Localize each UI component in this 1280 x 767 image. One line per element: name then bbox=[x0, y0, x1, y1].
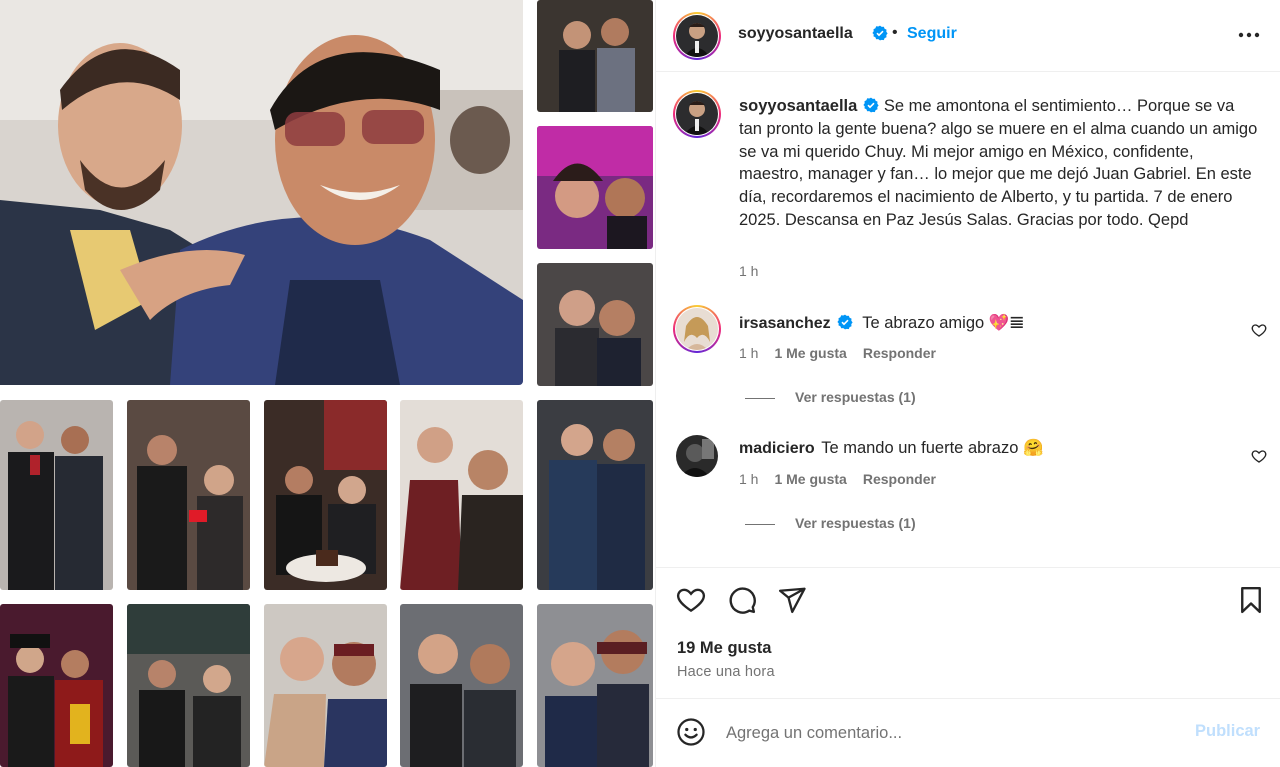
comment-input[interactable] bbox=[726, 721, 1156, 745]
comment-timestamp: 1 h bbox=[739, 345, 759, 361]
caption-author-avatar[interactable] bbox=[673, 90, 721, 138]
heart-icon[interactable] bbox=[676, 585, 706, 615]
comment-meta: 1 h 1 Me gusta Responder bbox=[739, 471, 936, 487]
post-actions: 19 Me gusta Hace una hora bbox=[656, 567, 1280, 697]
comment-like-count[interactable]: 1 Me gusta bbox=[774, 471, 846, 487]
collage-photo bbox=[537, 604, 653, 767]
comment-item: irsasanchez Te abrazo amigo 💖𝌆 bbox=[739, 313, 1024, 333]
comment-username[interactable]: irsasanchez bbox=[739, 315, 831, 332]
collage-photo bbox=[400, 400, 523, 590]
comment-username[interactable]: madiciero bbox=[739, 440, 815, 457]
collage-photo bbox=[127, 400, 250, 590]
post-header: soyyosantaella • Seguir bbox=[656, 0, 1280, 72]
caption-body: Se me amontona el sentimiento… Porque se… bbox=[739, 97, 1258, 229]
comment-like-heart-icon[interactable] bbox=[1251, 448, 1267, 464]
bookmark-icon[interactable] bbox=[1236, 585, 1266, 615]
collage-photo bbox=[127, 604, 250, 767]
likes-count[interactable]: 19 Me gusta bbox=[677, 639, 771, 658]
share-icon[interactable] bbox=[777, 585, 807, 615]
verified-badge-icon bbox=[872, 25, 888, 41]
collage-photo-main bbox=[0, 0, 523, 385]
collage-photo bbox=[537, 400, 653, 590]
view-replies-label: Ver respuestas (1) bbox=[795, 515, 916, 531]
collage-photo bbox=[537, 126, 653, 249]
comment-timestamp: 1 h bbox=[739, 471, 759, 487]
author-avatar[interactable] bbox=[673, 12, 721, 60]
caption-timestamp: 1 h bbox=[739, 263, 759, 279]
collage-photo bbox=[537, 263, 653, 386]
comment-like-count[interactable]: 1 Me gusta bbox=[774, 345, 846, 361]
comment-item: madiciero Te mando un fuerte abrazo 🤗 bbox=[739, 439, 1044, 458]
comment-text: Te mando un fuerte abrazo 🤗 bbox=[821, 439, 1044, 457]
comment-avatar[interactable] bbox=[673, 305, 721, 353]
more-options-icon[interactable] bbox=[1236, 20, 1262, 50]
collage-photo bbox=[400, 604, 523, 767]
comment-like-heart-icon[interactable] bbox=[1251, 322, 1267, 338]
view-replies-button[interactable]: Ver respuestas (1) bbox=[745, 389, 916, 405]
post-sidebar: soyyosantaella • Seguir soyyosantaella S… bbox=[655, 0, 1280, 767]
caption-username[interactable]: soyyosantaella bbox=[739, 97, 857, 115]
collage-photo bbox=[0, 400, 113, 590]
follow-button[interactable]: Seguir bbox=[907, 25, 957, 43]
view-replies-label: Ver respuestas (1) bbox=[795, 389, 916, 405]
reply-button[interactable]: Responder bbox=[863, 471, 936, 487]
collage-photo bbox=[264, 604, 387, 767]
comment-composer: Publicar bbox=[656, 698, 1280, 767]
view-replies-button[interactable]: Ver respuestas (1) bbox=[745, 515, 916, 531]
comment-icon[interactable] bbox=[727, 585, 757, 615]
collage-photo bbox=[264, 400, 387, 590]
verified-badge-icon bbox=[837, 314, 853, 330]
post-caption: soyyosantaella Se me amontona el sentimi… bbox=[739, 95, 1259, 232]
separator-dot: • bbox=[892, 24, 898, 41]
comments-list[interactable]: soyyosantaella Se me amontona el sentimi… bbox=[656, 73, 1280, 567]
comment-text: Te abrazo amigo 💖𝌆 bbox=[862, 314, 1025, 332]
publish-button[interactable]: Publicar bbox=[1195, 722, 1260, 741]
verified-badge-icon bbox=[863, 97, 879, 113]
comment-avatar[interactable] bbox=[676, 435, 718, 477]
comment-meta: 1 h 1 Me gusta Responder bbox=[739, 345, 936, 361]
post-media-collage[interactable] bbox=[0, 0, 655, 767]
author-username[interactable]: soyyosantaella bbox=[738, 25, 853, 43]
collage-photo bbox=[0, 604, 113, 767]
reply-button[interactable]: Responder bbox=[863, 345, 936, 361]
collage-photo bbox=[537, 0, 653, 112]
post-time: Hace una hora bbox=[677, 664, 775, 680]
emoji-icon[interactable] bbox=[676, 717, 706, 747]
